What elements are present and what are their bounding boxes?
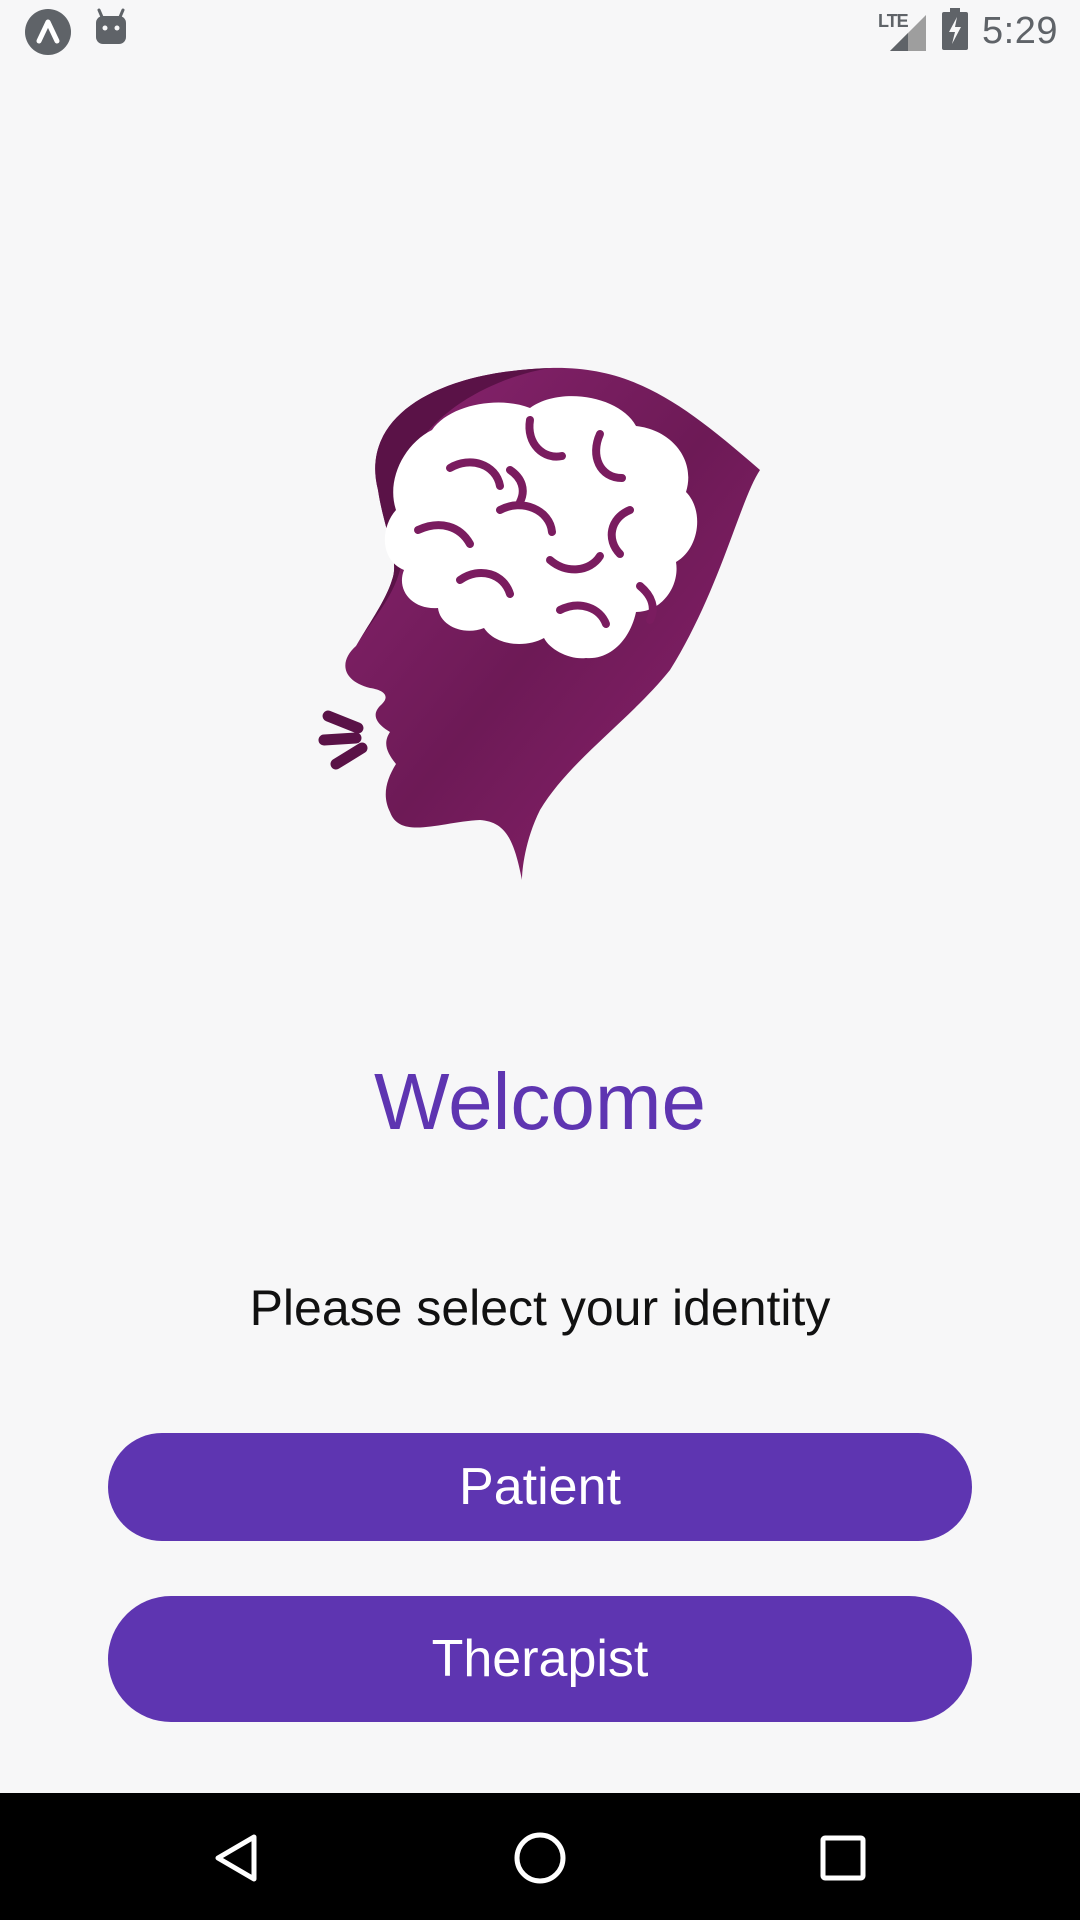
- patient-button[interactable]: Patient: [108, 1433, 972, 1541]
- back-icon[interactable]: [202, 1823, 272, 1893]
- lte-signal-icon: LTE: [878, 9, 928, 53]
- app-launcher-icon: [24, 8, 72, 61]
- status-time: 5:29: [982, 9, 1058, 52]
- navigation-bar: [0, 1793, 1080, 1920]
- lte-label: LTE: [878, 11, 909, 31]
- home-icon[interactable]: [505, 1823, 575, 1893]
- app-screen: LTE 5:29 Welcome Please select your iden…: [0, 0, 1080, 1920]
- head-brain-logo-icon: [300, 360, 780, 900]
- status-bar: LTE 5:29: [0, 0, 1080, 62]
- android-debug-icon: [94, 8, 128, 53]
- recents-icon[interactable]: [808, 1823, 878, 1893]
- battery-charging-icon: [942, 7, 969, 55]
- status-icons: LTE 5:29: [878, 6, 1058, 56]
- therapist-button[interactable]: Therapist: [108, 1596, 972, 1722]
- welcome-title: Welcome: [374, 1057, 706, 1146]
- identity-prompt: Please select your identity: [249, 1280, 831, 1336]
